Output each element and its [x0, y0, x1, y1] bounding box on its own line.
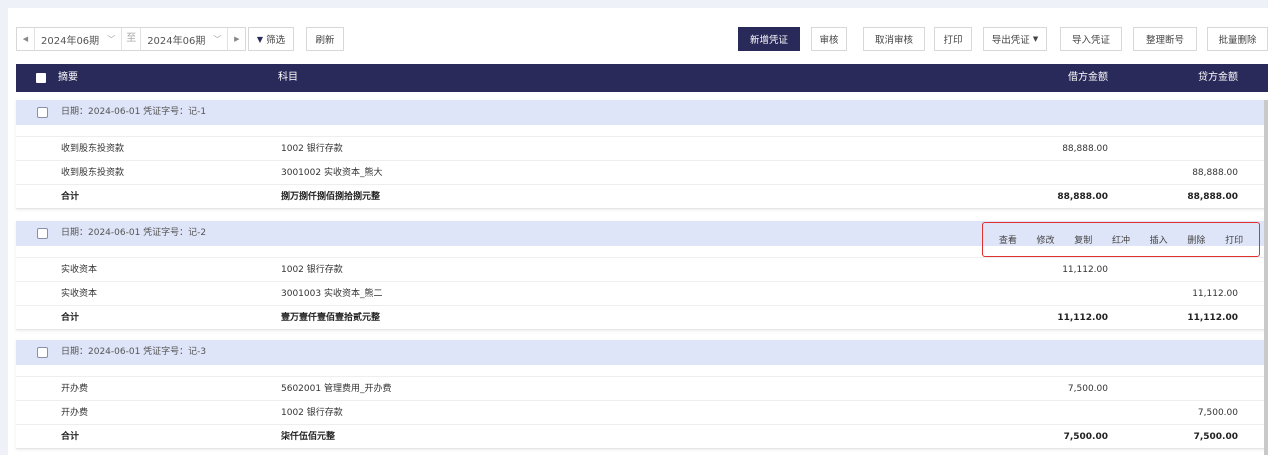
- row-debit: 7,500.00: [1067, 384, 1108, 394]
- print-action[interactable]: 打印: [1224, 231, 1244, 248]
- delete-action[interactable]: 删除: [1186, 231, 1206, 248]
- period-to-label: 至: [121, 28, 142, 50]
- vertical-scrollbar[interactable]: [1264, 100, 1268, 455]
- total-label: 合计: [61, 432, 80, 442]
- voucher-panel: ◀ 2024年06期 ﹀ 至 2024年06期 ﹀ ▶ ▼ 筛选 刷新 新增凭证…: [8, 8, 1268, 455]
- select-all-checkbox[interactable]: [36, 73, 46, 83]
- filter-label: 筛选: [266, 35, 286, 46]
- row-credit: 7,500.00: [1197, 408, 1238, 418]
- table-row: 开办费 5602001 管理费用_开办费 7,500.00: [16, 376, 1268, 400]
- total-row: 合计 柒仟伍佰元整 7,500.00 7,500.00: [16, 424, 1268, 448]
- row-account: 5602001 管理费用_开办费: [281, 384, 392, 394]
- period-end-value: 2024年06期: [147, 35, 206, 47]
- total-label: 合计: [61, 313, 80, 323]
- filter-button[interactable]: ▼ 筛选: [248, 27, 294, 51]
- row-summary: 开办费: [61, 384, 89, 394]
- next-period-icon[interactable]: ▶: [227, 28, 245, 50]
- total-amount-words: 柒仟伍佰元整: [281, 432, 336, 442]
- voucher-info: 日期：2024-06-01 凭证字号：记-3: [61, 347, 207, 357]
- print-button[interactable]: 打印: [934, 27, 972, 51]
- voucher-group: 日期：2024-06-01 凭证字号：记-1 收到股东投资款 1002 银行存款…: [16, 100, 1268, 209]
- voucher-checkbox[interactable]: [37, 228, 48, 239]
- total-amount-words: 壹万壹仟壹佰壹拾贰元整: [281, 313, 381, 323]
- row-summary: 收到股东投资款: [61, 144, 125, 154]
- reorder-numbers-button[interactable]: 整理断号: [1133, 27, 1197, 51]
- voucher-group: 日期：2024-06-01 凭证字号：记-2 实收资本 1002 银行存款 11…: [16, 221, 1268, 330]
- voucher-header: 日期：2024-06-01 凭证字号：记-1: [16, 100, 1268, 125]
- period-end-select[interactable]: 2024年06期 ﹀: [141, 32, 227, 47]
- row-summary: 开办费: [61, 408, 89, 418]
- red-reverse-action[interactable]: 红冲: [1111, 231, 1131, 248]
- row-debit: 88,888.00: [1062, 144, 1108, 154]
- header-debit: 借方金额: [1068, 72, 1108, 83]
- row-debit: 11,112.00: [1062, 265, 1108, 275]
- period-range-picker[interactable]: ◀ 2024年06期 ﹀ 至 2024年06期 ﹀ ▶: [16, 27, 247, 51]
- total-row: 合计 壹万壹仟壹佰壹拾贰元整 11,112.00 11,112.00: [16, 305, 1268, 329]
- row-account: 1002 银行存款: [281, 265, 343, 275]
- filter-icon: ▼: [256, 34, 264, 44]
- row-account: 3001003 实收资本_熊二: [281, 289, 383, 299]
- voucher-info: 日期：2024-06-01 凭证字号：记-2: [61, 228, 207, 238]
- prev-period-icon[interactable]: ◀: [17, 28, 35, 50]
- export-voucher-label: 导出凭证: [991, 35, 1030, 46]
- table-row: 收到股东投资款 1002 银行存款 88,888.00: [16, 136, 1268, 160]
- header-account: 科目: [278, 72, 298, 83]
- row-credit: 11,112.00: [1192, 289, 1238, 299]
- row-account: 1002 银行存款: [281, 408, 343, 418]
- row-credit: 88,888.00: [1192, 168, 1238, 178]
- total-amount-words: 捌万捌仟捌佰捌拾捌元整: [281, 192, 381, 202]
- voucher-header: 日期：2024-06-01 凭证字号：记-3: [16, 340, 1268, 365]
- copy-action[interactable]: 复制: [1073, 231, 1093, 248]
- chevron-down-icon: ﹀: [213, 34, 222, 44]
- insert-action[interactable]: 插入: [1149, 231, 1169, 248]
- row-account: 3001002 实收资本_熊大: [281, 168, 383, 178]
- row-summary: 实收资本: [61, 265, 98, 275]
- table-row: 开办费 1002 银行存款 7,500.00: [16, 400, 1268, 424]
- voucher-info: 日期：2024-06-01 凭证字号：记-1: [61, 107, 207, 117]
- period-start-value: 2024年06期: [41, 35, 100, 47]
- total-debit: 11,112.00: [1057, 313, 1108, 323]
- export-voucher-button[interactable]: 导出凭证 ▼: [983, 27, 1047, 51]
- row-summary: 收到股东投资款: [61, 168, 125, 178]
- toolbar: ◀ 2024年06期 ﹀ 至 2024年06期 ﹀ ▶ ▼ 筛选 刷新 新增凭证…: [8, 8, 1268, 58]
- total-credit: 88,888.00: [1187, 192, 1238, 202]
- total-debit: 88,888.00: [1057, 192, 1108, 202]
- total-credit: 7,500.00: [1193, 432, 1238, 442]
- import-voucher-button[interactable]: 导入凭证: [1060, 27, 1122, 51]
- audit-button[interactable]: 审核: [811, 27, 847, 51]
- new-voucher-button[interactable]: 新增凭证: [738, 27, 800, 51]
- voucher-checkbox[interactable]: [37, 347, 48, 358]
- header-credit: 贷方金额: [1198, 72, 1238, 83]
- table-row: 实收资本 3001003 实收资本_熊二 11,112.00: [16, 281, 1268, 305]
- chevron-down-icon: ﹀: [107, 34, 116, 44]
- row-account: 1002 银行存款: [281, 144, 343, 154]
- row-summary: 实收资本: [61, 289, 98, 299]
- table-row: 实收资本 1002 银行存款 11,112.00: [16, 257, 1268, 281]
- header-summary: 摘要: [58, 72, 78, 83]
- cancel-audit-button[interactable]: 取消审核: [863, 27, 925, 51]
- period-start-select[interactable]: 2024年06期 ﹀: [35, 32, 121, 47]
- voucher-row-actions: 查看 修改 复制 红冲 插入 删除 打印: [982, 222, 1260, 257]
- total-label: 合计: [61, 192, 80, 202]
- table-header: 摘要 科目 借方金额 贷方金额: [16, 64, 1268, 92]
- voucher-group: 日期：2024-06-01 凭证字号：记-3 开办费 5602001 管理费用_…: [16, 340, 1268, 449]
- total-row: 合计 捌万捌仟捌佰捌拾捌元整 88,888.00 88,888.00: [16, 184, 1268, 208]
- total-debit: 7,500.00: [1063, 432, 1108, 442]
- batch-delete-button[interactable]: 批量删除: [1207, 27, 1268, 51]
- refresh-button[interactable]: 刷新: [306, 27, 344, 51]
- total-credit: 11,112.00: [1187, 313, 1238, 323]
- view-action[interactable]: 查看: [998, 231, 1018, 248]
- caret-down-icon: ▼: [1032, 35, 1039, 43]
- edit-action[interactable]: 修改: [1036, 231, 1056, 248]
- voucher-checkbox[interactable]: [37, 107, 48, 118]
- table-row: 收到股东投资款 3001002 实收资本_熊大 88,888.00: [16, 160, 1268, 184]
